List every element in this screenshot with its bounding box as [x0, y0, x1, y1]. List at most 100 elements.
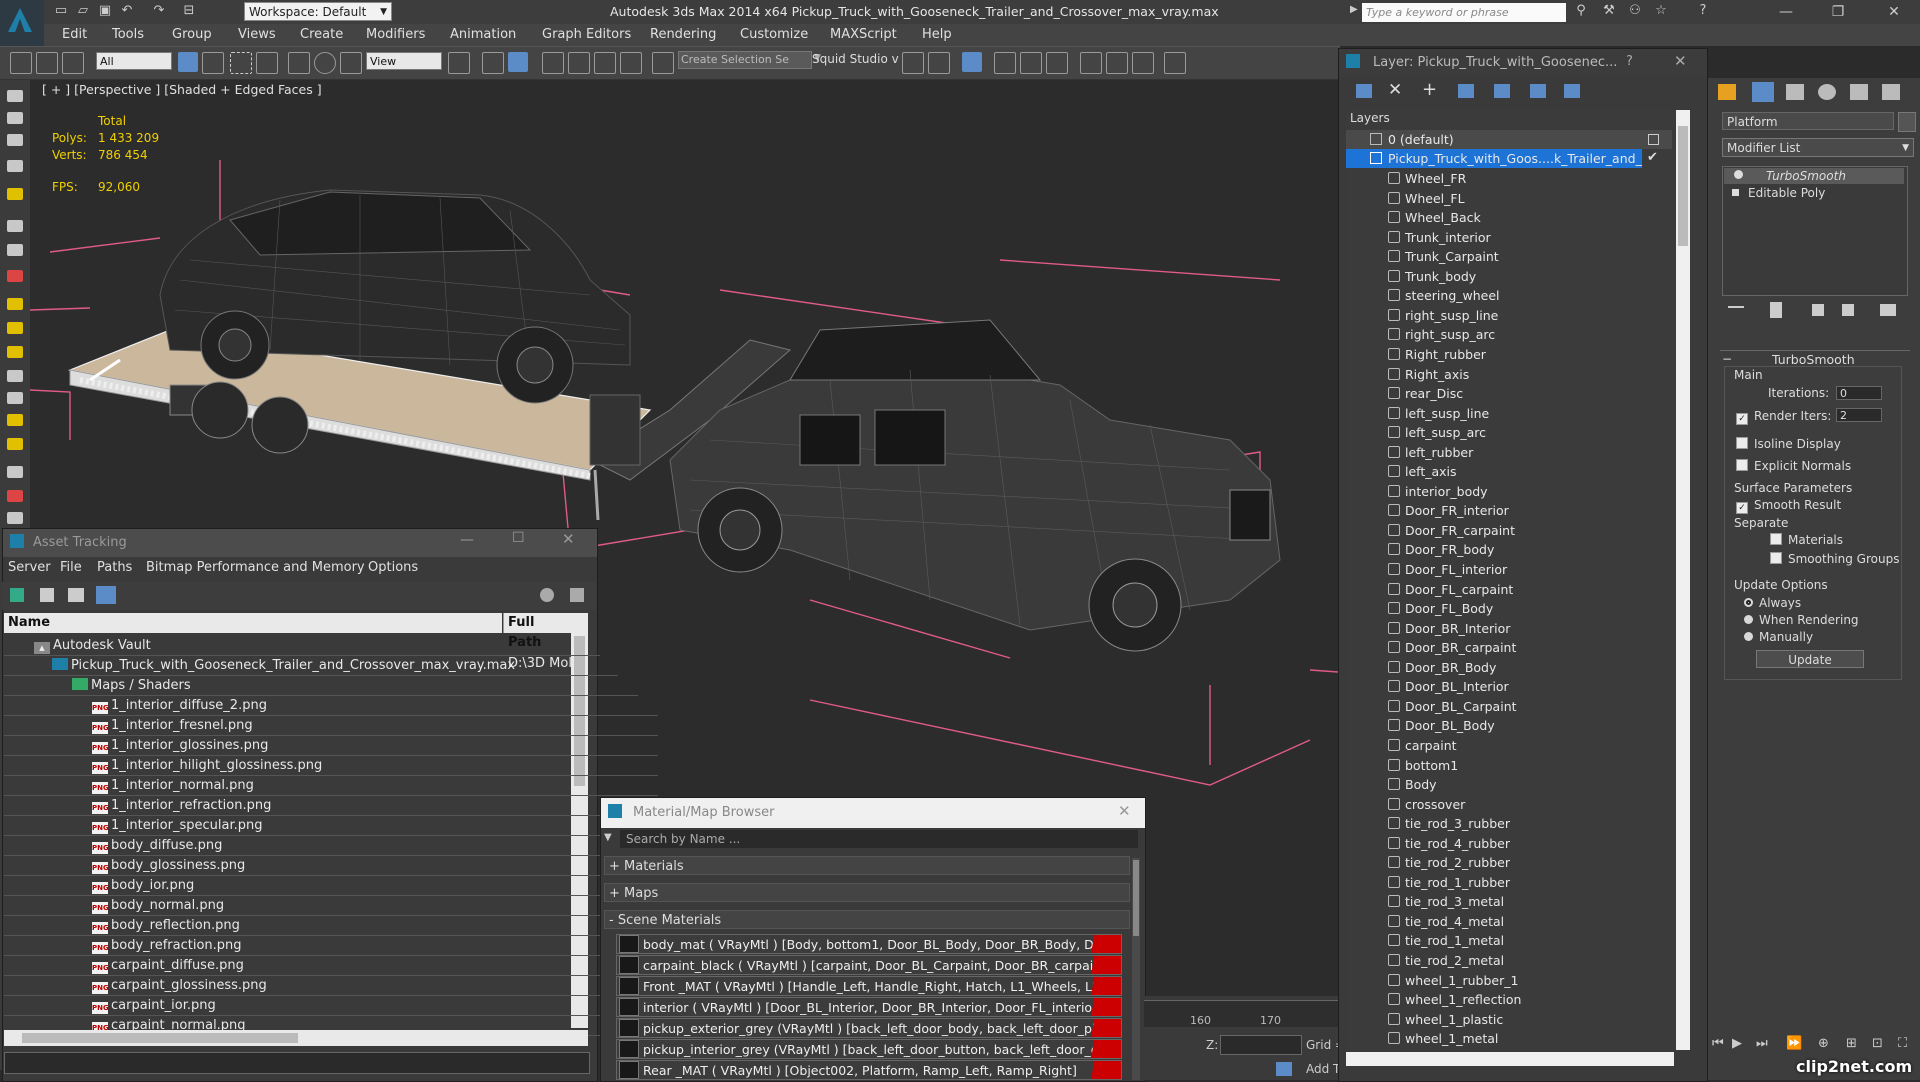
refresh-icon[interactable] — [10, 588, 24, 602]
column-header-full-path[interactable]: Full Path — [503, 613, 571, 650]
sphere-primitive-icon[interactable] — [7, 322, 23, 334]
manually-radio[interactable] — [1744, 632, 1753, 641]
viewport-tool-icon[interactable] — [7, 392, 23, 404]
scene-material-row[interactable]: Rear _MAT ( VRayMtl ) [Object002, Platfo… — [616, 1060, 1122, 1080]
rendered-frame-window-icon[interactable] — [1106, 52, 1128, 74]
viewport-tool-icon[interactable] — [7, 90, 23, 102]
zoom-all-icon[interactable]: ⊞ — [1846, 1036, 1857, 1051]
layers-column-header[interactable]: Layers — [1350, 111, 1390, 125]
selection-filter-dropdown[interactable]: All — [96, 52, 172, 70]
table-row[interactable]: PNG body_glossiness.png — [4, 856, 658, 876]
add-to-layer-icon[interactable] — [1458, 84, 1474, 98]
table-row[interactable]: PNG body_diffuse.png — [4, 836, 658, 856]
layer-object-row[interactable]: tie_rod_4_metal — [1346, 912, 1672, 931]
workspace-dropdown[interactable]: Workspace: Default ▼ — [244, 2, 392, 21]
zoom-extents-icon[interactable]: ⊡ — [1872, 1036, 1883, 1051]
layer-object-row[interactable]: right_susp_arc — [1346, 325, 1672, 344]
viewport-tool-icon[interactable] — [7, 160, 23, 172]
scene-material-row[interactable]: carpaint_black ( VRayMtl ) [carpaint, Do… — [616, 955, 1122, 975]
align-icon[interactable] — [928, 52, 950, 74]
layer-object-row[interactable]: carpaint — [1346, 736, 1672, 755]
select-object-icon[interactable] — [178, 52, 198, 72]
layer-object-row[interactable]: left_rubber — [1346, 443, 1672, 462]
layer-object-row[interactable]: tie_rod_3_rubber — [1346, 814, 1672, 833]
viewport-tool-icon[interactable] — [7, 438, 23, 450]
app-menu-button[interactable] — [0, 0, 44, 50]
restore-icon[interactable]: ❐ — [1816, 0, 1860, 24]
table-row[interactable]: PNG body_refraction.png — [4, 936, 658, 956]
angle-snap-icon[interactable] — [568, 52, 590, 74]
layer-object-row[interactable]: wheel_1_reflection — [1346, 990, 1672, 1009]
schematic-view-icon[interactable] — [1020, 52, 1042, 74]
layer-object-row[interactable]: Door_BL_Body — [1346, 716, 1672, 735]
table-row[interactable]: PNG 1_interior_diffuse_2.png — [4, 696, 658, 716]
layer-object-row[interactable]: Right_rubber — [1346, 345, 1672, 364]
layers-filter-icon[interactable] — [1356, 84, 1372, 98]
explicit-normals-row[interactable]: Explicit Normals — [1736, 459, 1851, 473]
layer-object-row[interactable]: Door_BR_Interior — [1346, 619, 1672, 638]
turbosmooth-rollout-title[interactable]: TurboSmooth — [1772, 352, 1855, 367]
layer-object-row[interactable]: Door_BR_Body — [1346, 658, 1672, 677]
z-coord-input[interactable] — [1220, 1035, 1302, 1055]
menu-create[interactable]: Create — [300, 27, 343, 42]
freeze-layers-icon[interactable] — [1564, 84, 1580, 98]
play-icon[interactable]: ▶ — [1732, 1036, 1742, 1051]
minimize-icon[interactable]: — — [460, 532, 474, 548]
rollout-collapse-icon[interactable]: − — [1722, 352, 1732, 366]
layer-object-row[interactable]: interior_body — [1346, 482, 1672, 501]
percent-snap-icon[interactable] — [594, 52, 616, 74]
select-layer-objects-icon[interactable] — [1494, 84, 1510, 98]
layer-object-row[interactable]: Door_FL_Body — [1346, 599, 1672, 618]
layer-object-row[interactable]: tie_rod_2_metal — [1346, 951, 1672, 970]
menu-maxscript[interactable]: MAXScript — [830, 27, 897, 42]
layer-horizontal-scrollbar[interactable] — [1346, 1052, 1674, 1066]
close-icon[interactable]: ✕ — [562, 530, 575, 548]
squid-studio-label[interactable]: Squid Studio v — [812, 52, 899, 66]
smoothing-groups-checkbox[interactable] — [1770, 552, 1782, 564]
curve-editor-icon[interactable] — [994, 52, 1016, 74]
modify-tab-icon[interactable] — [1752, 82, 1774, 102]
update-always-row[interactable]: Always — [1744, 596, 1801, 610]
layer-object-row[interactable]: Door_FR_carpaint — [1346, 521, 1672, 540]
smooth-result-checkbox[interactable]: ✓ — [1736, 502, 1748, 514]
cylinder-primitive-icon[interactable] — [7, 346, 23, 358]
table-row[interactable]: PNG carpaint_ior.png — [4, 996, 658, 1016]
search-expand-icon[interactable]: ▶ — [1350, 4, 1358, 15]
layer-object-row[interactable]: Door_FL_interior — [1346, 560, 1672, 579]
reference-coordinate-dropdown[interactable]: View — [366, 52, 442, 70]
modifier-on-bulb-icon[interactable] — [1734, 170, 1743, 179]
layer-object-row[interactable]: Wheel_FR — [1346, 169, 1672, 188]
new-file-icon[interactable]: ▭ — [52, 2, 70, 20]
binoculars-icon[interactable]: ⚲ — [1572, 2, 1590, 20]
maximize-viewport-icon[interactable]: ⛶ — [1898, 1036, 1907, 1051]
table-row[interactable]: PNG 1_interior_specular.png — [4, 816, 658, 836]
link-icon[interactable] — [10, 52, 32, 74]
close-icon[interactable]: ✕ — [1872, 0, 1916, 24]
layer-object-row[interactable]: tie_rod_3_metal — [1346, 892, 1672, 911]
layer-object-row[interactable]: tie_rod_1_metal — [1346, 931, 1672, 950]
asset-menu-paths[interactable]: Paths — [97, 560, 132, 575]
table-row[interactable]: ▲ Autodesk Vault — [4, 636, 600, 656]
render-production-icon[interactable] — [1132, 52, 1154, 74]
layer-explorer-icon[interactable] — [962, 52, 982, 72]
zoom-icon[interactable]: ⊕ — [1818, 1036, 1829, 1051]
table-row[interactable]: PNG 1_interior_refraction.png — [4, 796, 658, 816]
help-icon[interactable]: ? — [1694, 2, 1712, 20]
layer-object-row[interactable]: Wheel_FL — [1346, 189, 1672, 208]
menu-modifiers[interactable]: Modifiers — [366, 27, 425, 42]
move-icon[interactable] — [288, 52, 310, 74]
layer-object-row[interactable]: rear_Disc — [1346, 384, 1672, 403]
layer-object-row[interactable]: Door_FR_body — [1346, 540, 1672, 559]
layer-object-row[interactable]: crossover — [1346, 795, 1672, 814]
stack-item-editable-poly[interactable]: Editable Poly — [1724, 185, 1904, 201]
scene-material-row[interactable]: pickup_interior_grey (VRayMtl ) [back_le… — [616, 1039, 1122, 1059]
options-chevron-icon[interactable]: ▼ — [604, 832, 612, 843]
menu-rendering[interactable]: Rendering — [650, 27, 716, 42]
thumbnail-view-icon[interactable] — [68, 588, 84, 602]
layer-object-row[interactable]: Trunk_body — [1346, 267, 1672, 286]
layer-object-row[interactable]: wheel_1_plastic — [1346, 1010, 1672, 1029]
layer-object-row[interactable]: wheel_1_metal — [1346, 1029, 1672, 1048]
subscription-icon[interactable]: ⚒ — [1600, 2, 1618, 20]
separate-materials-row[interactable]: Materials — [1770, 533, 1843, 547]
select-by-name-icon[interactable] — [202, 52, 224, 74]
